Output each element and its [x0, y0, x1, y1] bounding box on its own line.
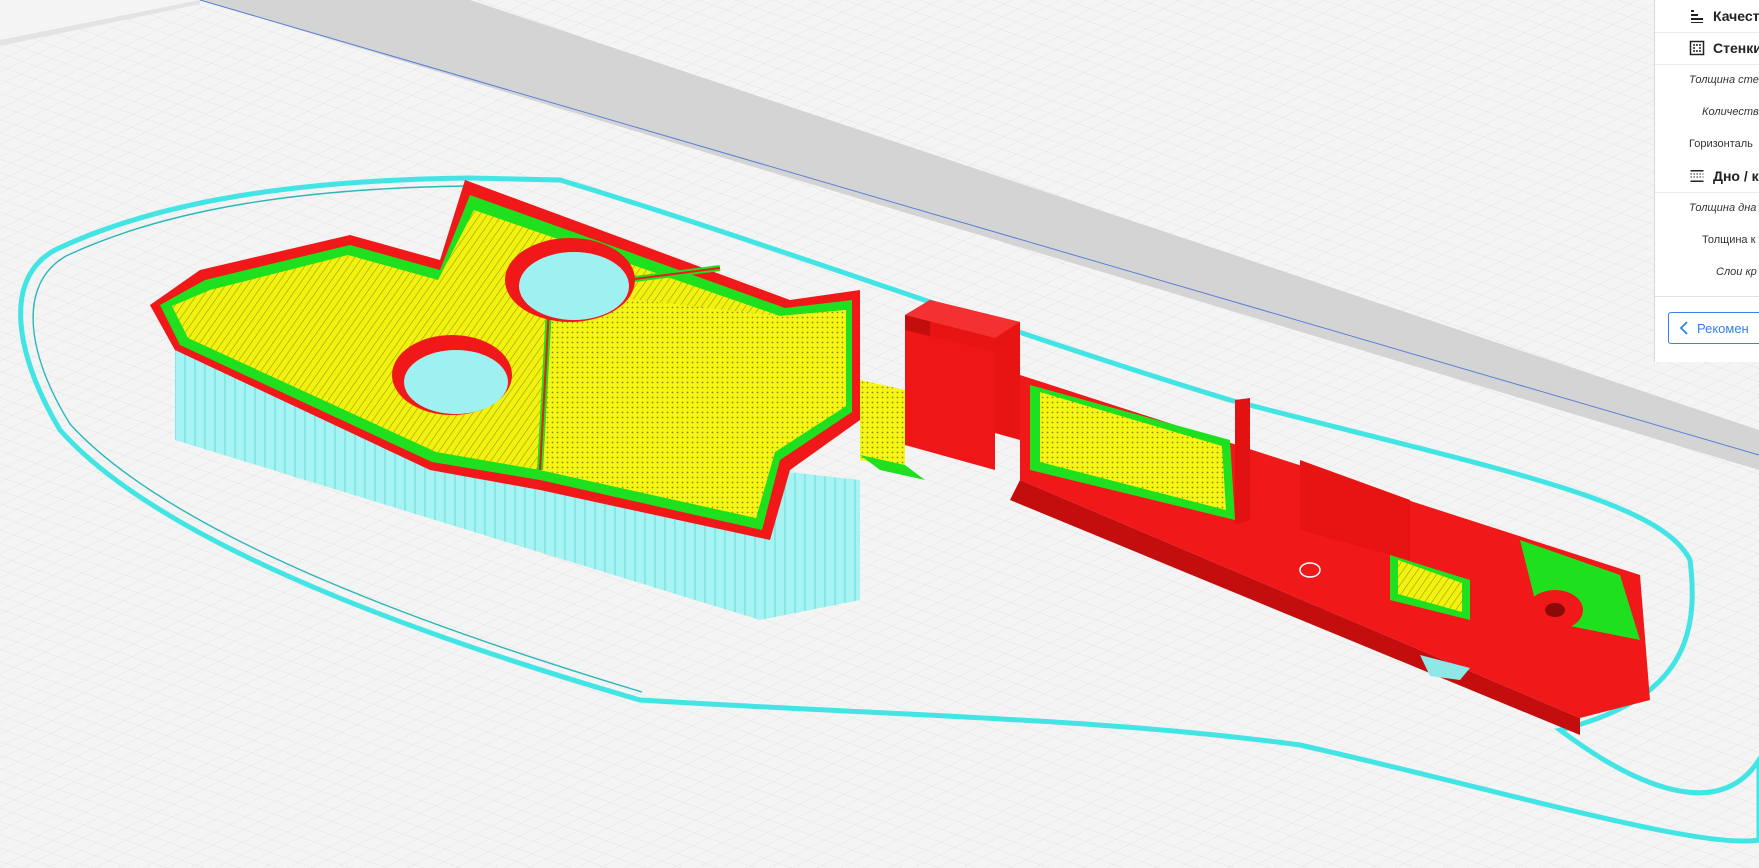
right-end-gear-hole — [1545, 603, 1565, 617]
recommended-mode-button[interactable]: Рекомен — [1668, 312, 1759, 344]
hole-upper — [519, 252, 629, 320]
3d-viewport[interactable] — [0, 0, 1759, 868]
chevron-left-icon — [1679, 321, 1688, 335]
right-arm-curved-wall — [1235, 398, 1250, 525]
hole-lower — [404, 350, 508, 414]
recommended-mode-label: Рекомен — [1697, 320, 1749, 336]
build-plate-scene[interactable] — [0, 0, 1759, 868]
right-arm-small-boss — [1299, 562, 1321, 578]
back-button-clip: Рекомен — [1654, 0, 1759, 362]
